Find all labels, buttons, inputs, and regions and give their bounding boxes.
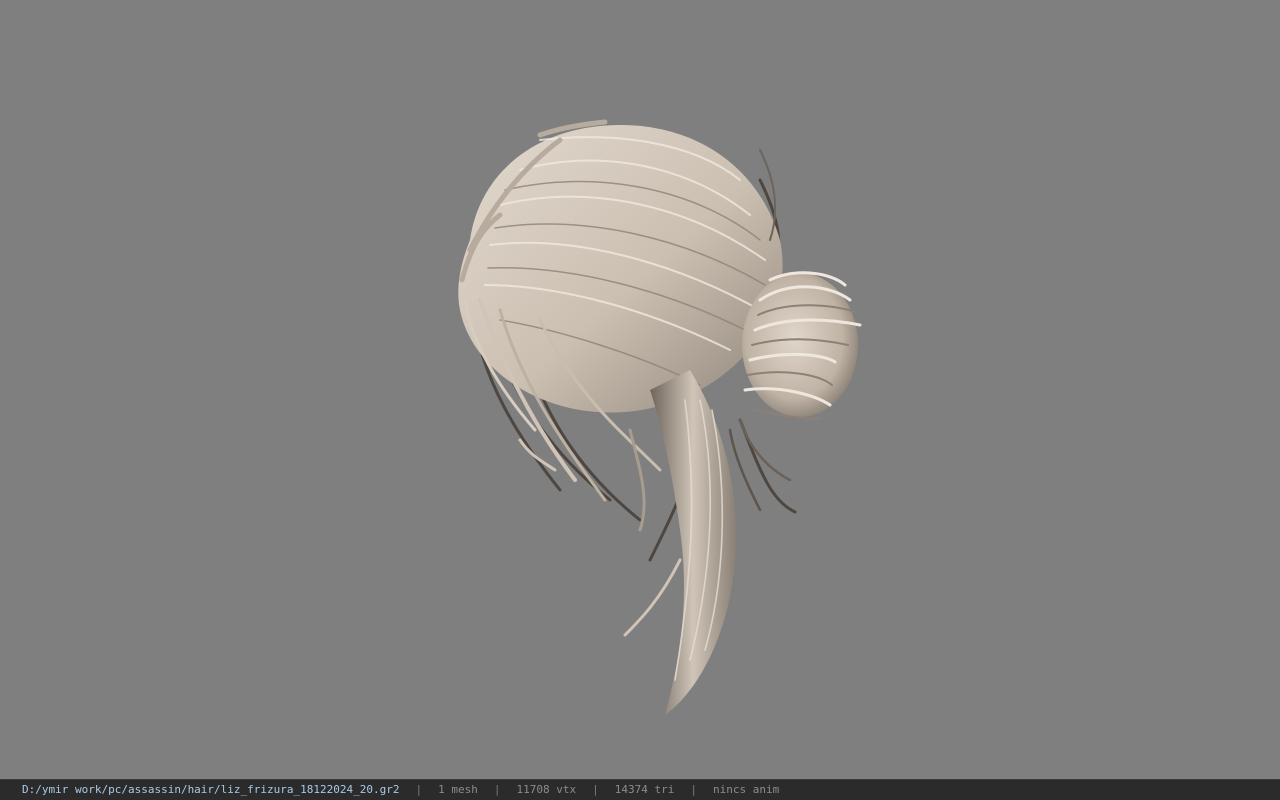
status-separator: |: [592, 783, 599, 796]
status-separator: |: [690, 783, 697, 796]
vertex-count-label: 11708 vtx: [516, 783, 577, 796]
3d-viewport[interactable]: [0, 0, 1280, 779]
animation-status-label: nincs anim: [712, 783, 780, 796]
mesh-count-label: 1 mesh: [438, 783, 478, 796]
status-separator: |: [493, 783, 501, 796]
model-viewer-window: D:/ymir work/pc/assassin/hair/liz_frizur…: [0, 0, 1280, 800]
hair-tail: [623, 370, 736, 715]
hair-model-render: [458, 119, 862, 715]
status-separator: |: [415, 783, 423, 796]
file-path-label: D:/ymir work/pc/assassin/hair/liz_frizur…: [22, 783, 400, 796]
status-bar: D:/ymir work/pc/assassin/hair/liz_frizur…: [0, 779, 1280, 800]
triangle-count-label: 14374 tri: [614, 783, 675, 796]
hair-bun: [742, 271, 862, 420]
